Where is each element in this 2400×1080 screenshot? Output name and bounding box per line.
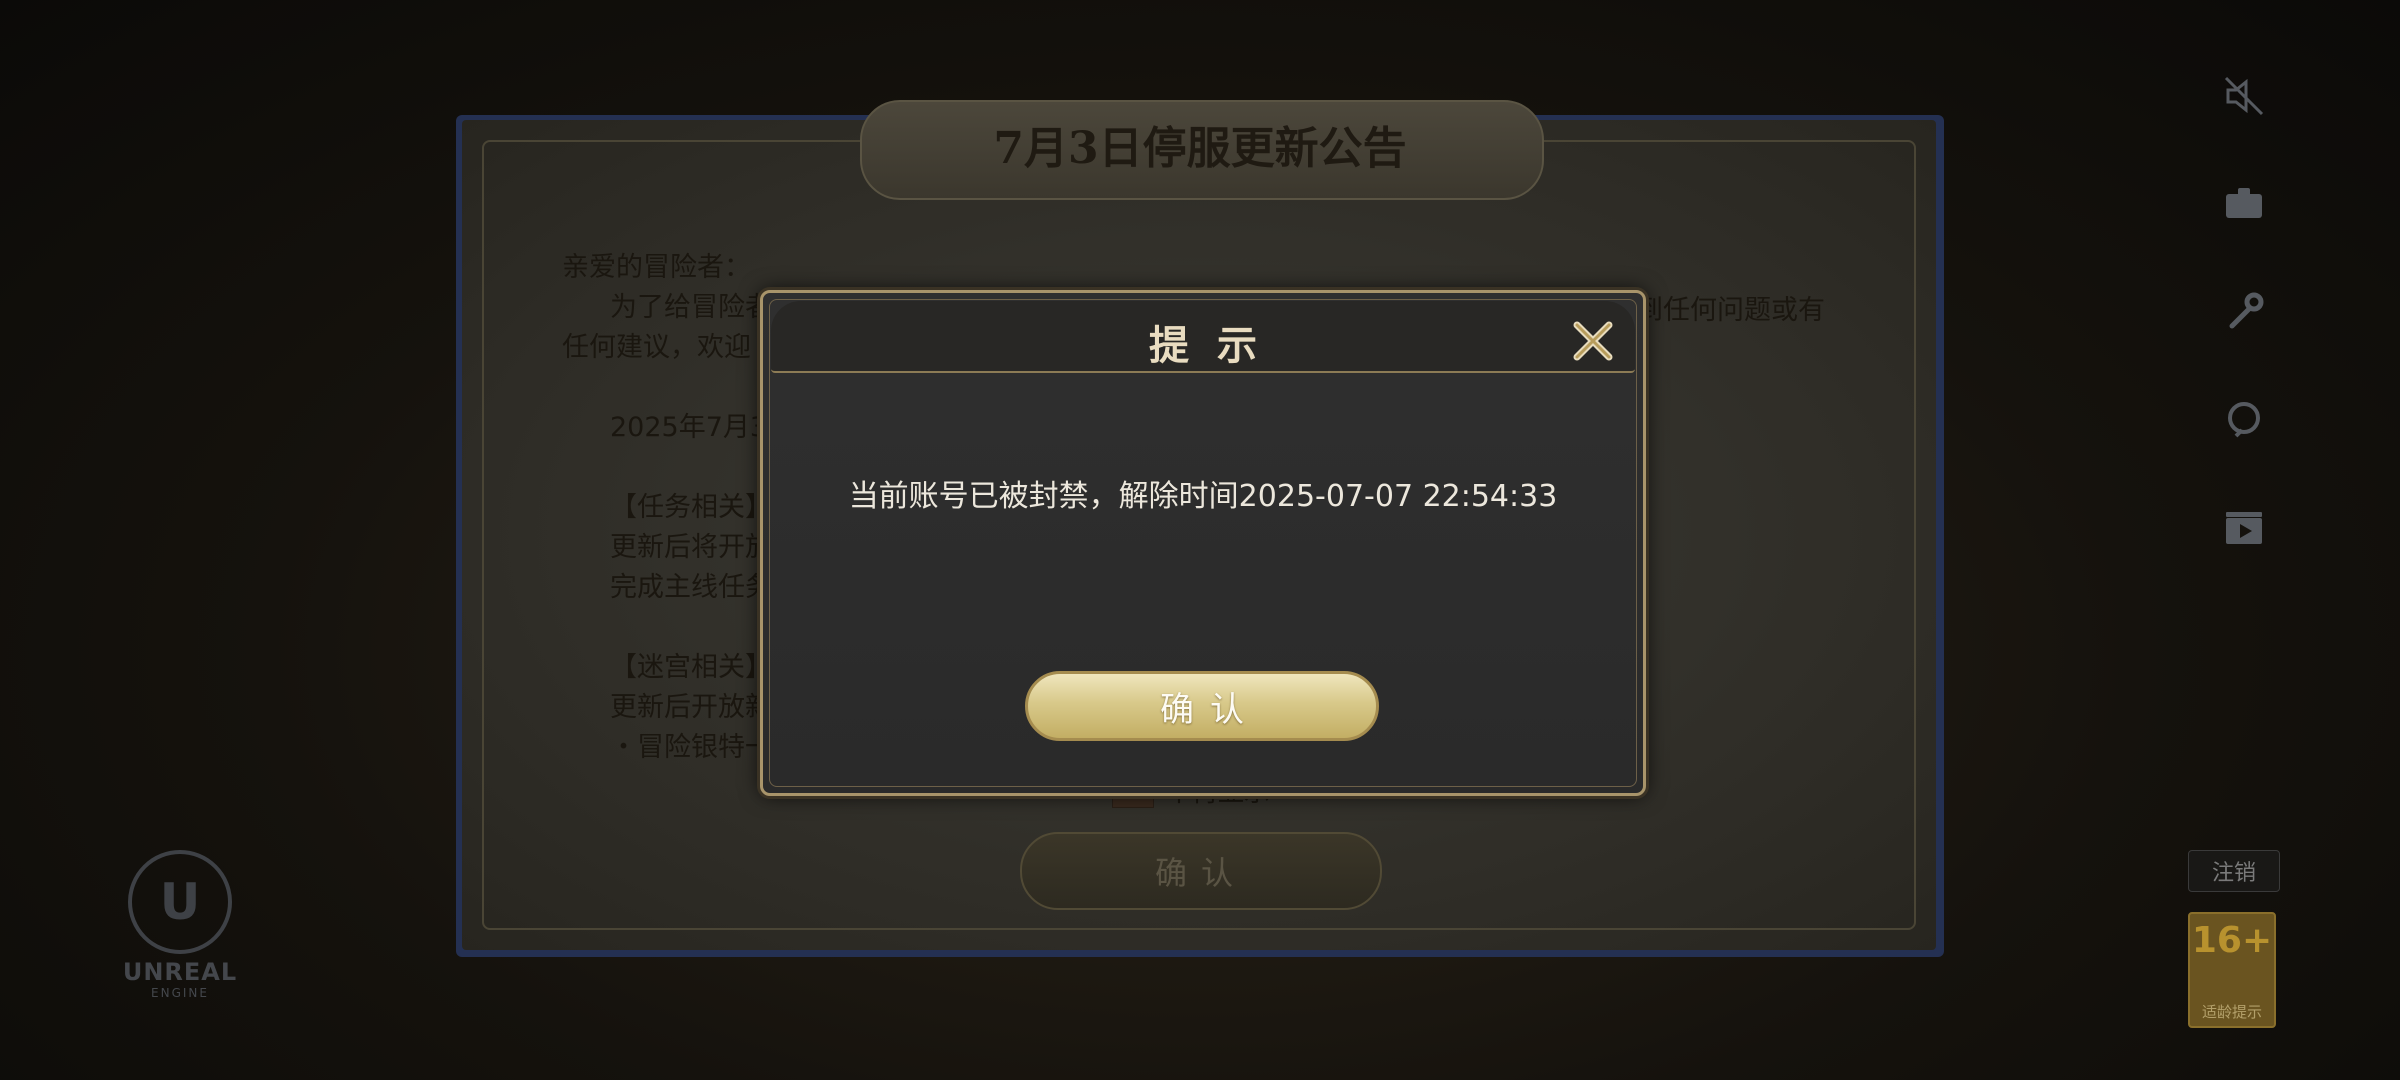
- notice-board-icon[interactable]: [2210, 170, 2278, 238]
- dialog-header: 提示: [771, 301, 1635, 373]
- dialog-confirm-button[interactable]: 确认: [1025, 671, 1379, 741]
- announcement-confirm-button[interactable]: 确认: [1020, 832, 1382, 910]
- unreal-engine-logo: U UNREAL ENGINE: [118, 850, 242, 1000]
- video-icon[interactable]: [2210, 494, 2278, 562]
- logout-button[interactable]: 注销: [2188, 850, 2280, 892]
- dialog-message: 当前账号已被封禁，解除时间2025-07-07 22:54:33: [848, 479, 1558, 514]
- ban-notice-dialog: 提示 当前账号已被封禁，解除时间2025-07-07 22:54:33 确认: [760, 290, 1646, 796]
- unreal-u-icon: U: [128, 850, 232, 954]
- age-caption: 适龄提示: [2201, 1003, 2262, 1021]
- customer-service-icon[interactable]: [2210, 386, 2278, 454]
- mute-icon[interactable]: [2210, 62, 2278, 130]
- engine-word: UNREAL: [122, 958, 238, 986]
- age-rating-badge: 16+ 适龄提示: [2188, 912, 2276, 1028]
- announcement-greeting: 亲爱的冒险者：: [562, 252, 751, 283]
- top-info-text: [126, 14, 131, 34]
- dialog-title: 提示: [1149, 322, 1285, 369]
- age-rating: 16+: [2191, 920, 2273, 961]
- close-icon[interactable]: [1567, 315, 1619, 367]
- wrench-icon[interactable]: [2210, 278, 2278, 346]
- announcement-title: 7月3日停服更新公告: [993, 123, 1407, 174]
- announcement-line-right: 到任何问题或有: [1636, 295, 1825, 326]
- engine-sub: ENGINE: [151, 986, 209, 1000]
